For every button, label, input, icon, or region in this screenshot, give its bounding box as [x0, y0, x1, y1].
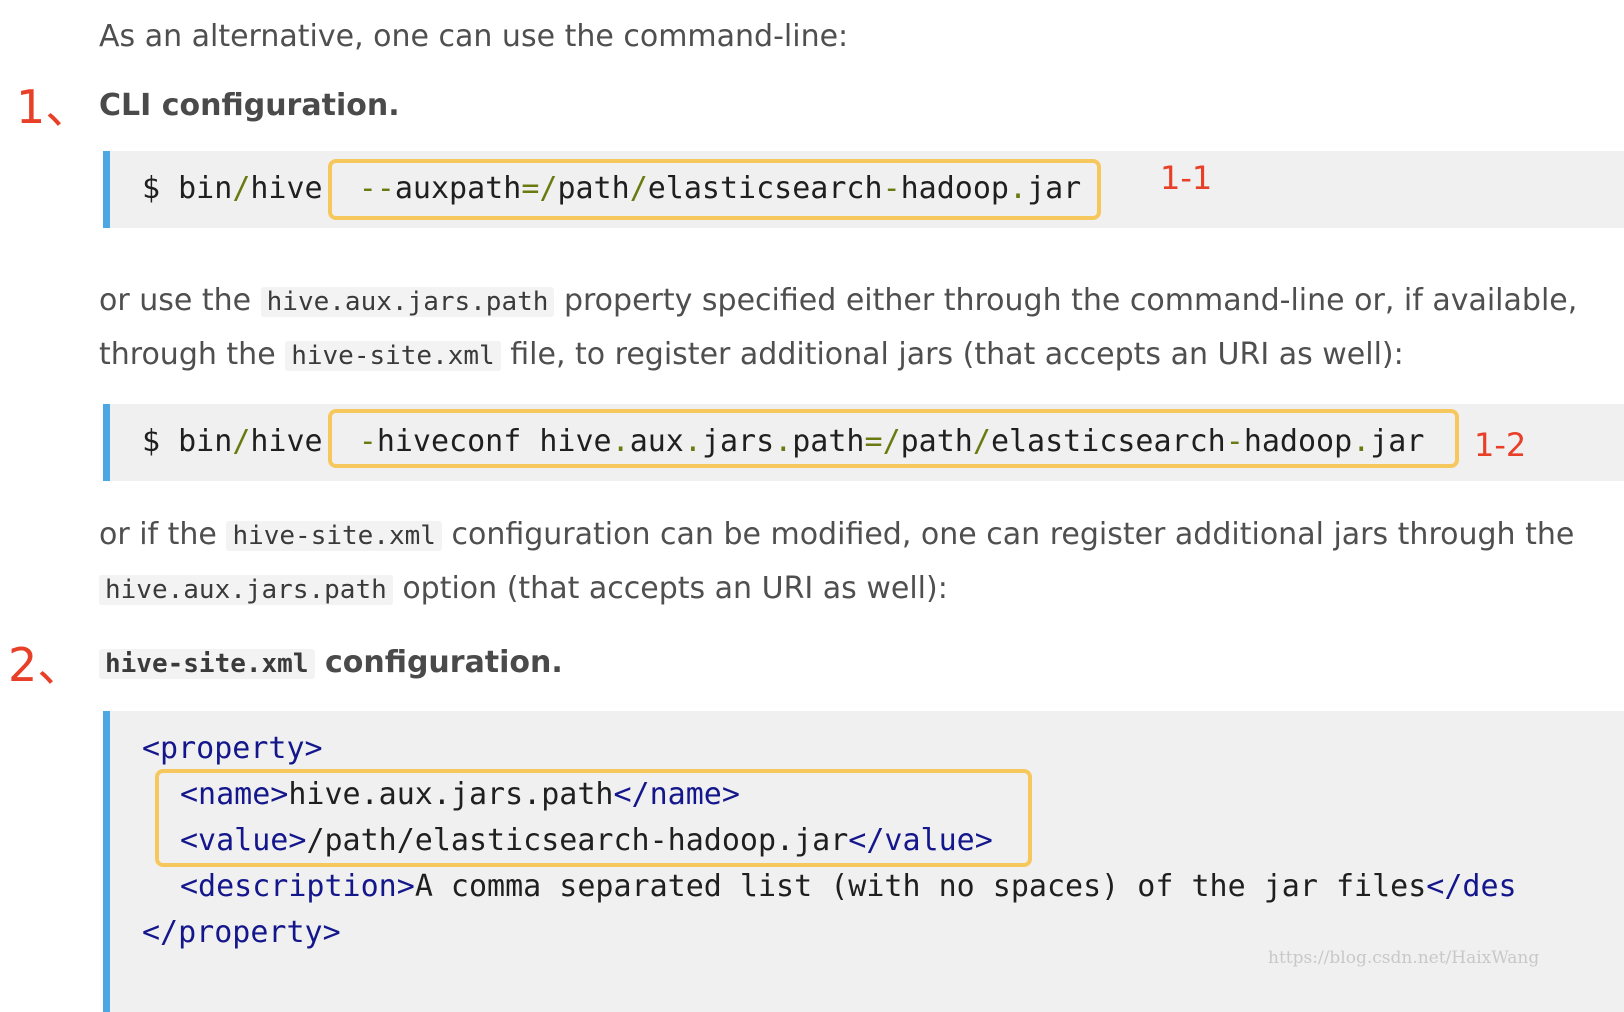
xml-line-property-open: <property> [142, 725, 323, 773]
paragraph-text: property specified either through the co… [563, 283, 1578, 318]
code-token: hive [250, 171, 323, 206]
paragraph-site-xml: or if the hive-site.xml configuration ca… [99, 517, 1574, 554]
section-heading-site-xml: hive-site.xml configuration. [99, 645, 563, 682]
inline-code-hive-site: hive-site.xml [285, 341, 501, 371]
xml-tag: <description> [180, 869, 415, 904]
highlight-box-auxpath [328, 159, 1101, 220]
code-token: hive [250, 424, 323, 459]
intro-text: As an alternative, one can use the comma… [99, 19, 848, 55]
annotation-label-1-1: 1-1 [1160, 159, 1213, 197]
inline-code-hive-site: hive-site.xml [226, 521, 442, 551]
paragraph-text: file, to register additional jars (that … [510, 337, 1404, 372]
xml-text: A comma separated list (with no spaces) … [414, 869, 1427, 904]
paragraph-text: or if the [99, 517, 217, 552]
intro-sentence: As an alternative, one can use the comma… [99, 19, 849, 54]
inline-code-aux-jars-path: hive.aux.jars.path [260, 287, 555, 317]
annotation-label-1-2: 1-2 [1474, 426, 1527, 464]
annotation-marker-2: 2、 [8, 638, 84, 692]
paragraph-text: or use the [99, 283, 252, 318]
paragraph-site-xml-line2: hive.aux.jars.path option (that accepts … [99, 571, 948, 608]
code-token: $ bin [142, 171, 233, 206]
xml-tag: <property> [142, 731, 323, 766]
paragraph-text: option (that accepts an URI as well): [402, 571, 948, 606]
xml-line-description: <description>A comma separated list (wit… [180, 863, 1517, 911]
highlight-box-hiveconf [328, 409, 1459, 468]
paragraph-aux-jars-line2: through the hive-site.xml file, to regis… [99, 337, 1404, 374]
code-token: / [232, 424, 251, 459]
paragraph-text: configuration can be modified, one can r… [451, 517, 1575, 552]
inline-code-aux-jars-path: hive.aux.jars.path [99, 575, 393, 605]
code-token: $ bin [142, 424, 233, 459]
xml-tag: </property> [142, 915, 341, 950]
paragraph-aux-jars: or use the hive.aux.jars.path property s… [99, 283, 1577, 320]
section-heading-cli: CLI configuration. [99, 88, 400, 123]
heading-text: configuration. [324, 645, 563, 680]
highlight-box-xml-name-value [155, 769, 1032, 867]
paragraph-text: through the [99, 337, 276, 372]
annotation-marker-1: 1、 [16, 80, 92, 134]
xml-line-property-close: </property> [142, 909, 341, 957]
code-token: / [232, 171, 251, 206]
xml-tag: </des [1426, 869, 1517, 904]
inline-code-hive-site: hive-site.xml [99, 649, 315, 679]
watermark-text: https://blog.csdn.net/HaixWang [1268, 948, 1540, 968]
